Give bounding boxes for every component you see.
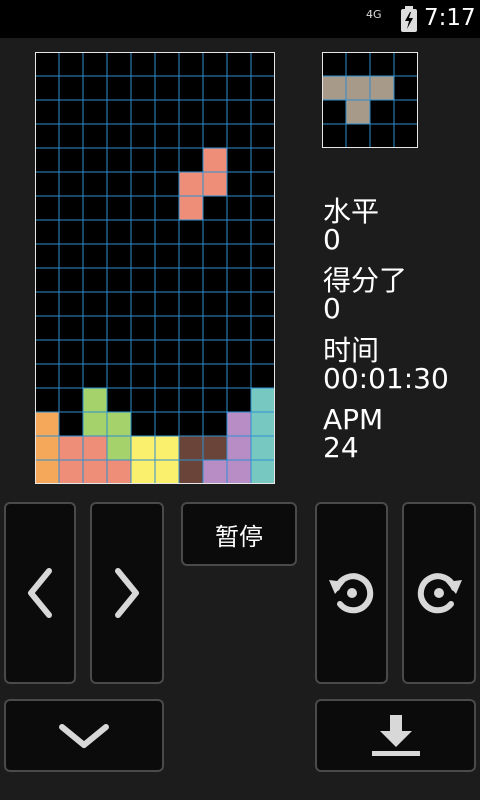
board-cell (59, 460, 83, 484)
board-cell (227, 460, 251, 484)
game-board[interactable] (35, 52, 275, 484)
next-piece-preview (322, 52, 418, 148)
board-cell (179, 172, 203, 196)
board-cell (155, 460, 179, 484)
board-cell (155, 436, 179, 460)
score-stat: 得分了 0 (323, 267, 407, 323)
apm-value: 24 (323, 431, 359, 464)
board-cell (107, 460, 131, 484)
time-stat: 时间 00:01:30 (323, 337, 449, 393)
board-cell (203, 436, 227, 460)
preview-cell (322, 76, 346, 100)
rotate-right-button[interactable] (402, 502, 476, 684)
board-cell (83, 412, 107, 436)
preview-cell (370, 76, 394, 100)
board-cell (227, 436, 251, 460)
board-cell (59, 436, 83, 460)
move-left-button[interactable] (4, 502, 76, 684)
level-stat: 水平 0 (323, 198, 379, 254)
board-cell (35, 460, 59, 484)
board-cell (179, 436, 203, 460)
chevron-left-icon (28, 568, 52, 618)
level-label: 水平 (323, 195, 380, 228)
rotate-left-icon (328, 573, 373, 614)
board-cell (83, 436, 107, 460)
board-cell (203, 172, 227, 196)
board-cell (179, 460, 203, 484)
soft-drop-button[interactable] (4, 699, 164, 772)
move-right-button[interactable] (90, 502, 164, 684)
board-cell (83, 388, 107, 412)
time-value: 00:01:30 (323, 362, 449, 395)
board-cell (251, 412, 275, 436)
network-indicator: 4G (366, 8, 382, 21)
rotate-left-button[interactable] (315, 502, 388, 684)
hard-drop-button[interactable] (315, 699, 476, 772)
apm-label: APM (323, 403, 384, 436)
rotate-right-icon (417, 573, 462, 614)
board-cell (251, 388, 275, 412)
board-cell (35, 436, 59, 460)
board-cell (107, 436, 131, 460)
board-cell (107, 412, 131, 436)
board-cell (203, 148, 227, 172)
preview-cell (346, 76, 370, 100)
board-cell (251, 436, 275, 460)
level-value: 0 (323, 223, 341, 256)
board-cell (179, 196, 203, 220)
preview-cell (346, 100, 370, 124)
board-cell (131, 460, 155, 484)
chevron-down-icon (59, 723, 109, 748)
status-bar: 4G 7:17 (0, 0, 480, 38)
time-label: 时间 (323, 334, 380, 367)
board-cell (203, 460, 227, 484)
board-cell (251, 460, 275, 484)
score-value: 0 (323, 292, 341, 325)
board-cell (227, 412, 251, 436)
board-cell (131, 436, 155, 460)
pause-button[interactable]: 暂停 (181, 502, 297, 566)
score-label: 得分了 (323, 264, 408, 297)
battery-charging-icon (401, 6, 417, 32)
board-cell (83, 460, 107, 484)
board-cell (35, 412, 59, 436)
chevron-right-icon (115, 568, 139, 618)
hard-drop-icon (371, 714, 420, 756)
apm-stat: APM 24 (323, 406, 383, 462)
clock: 7:17 (424, 5, 476, 31)
